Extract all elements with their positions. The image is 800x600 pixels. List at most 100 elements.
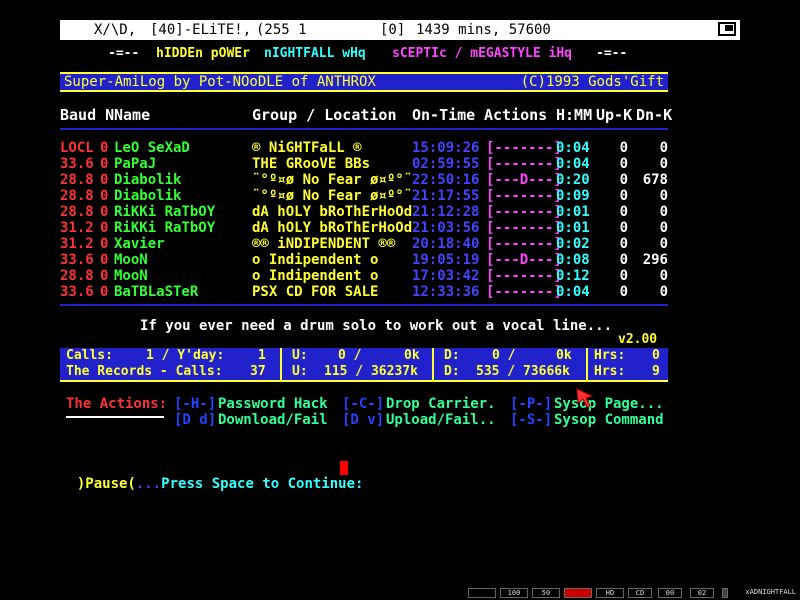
table-row: 33.6 0 BaTBLaSTeR PSX CD FOR SALE 12:33:… <box>0 284 800 300</box>
cell-actions: [-------] <box>486 140 562 156</box>
cell-node: 0 <box>100 204 109 220</box>
taskbar-slot[interactable]: 00 <box>658 588 682 598</box>
cell-upk: 0 <box>619 268 628 284</box>
action-sysop-page: Sysop Page... <box>554 396 664 412</box>
rows-divider <box>60 304 668 306</box>
stats-records-value: 37 <box>250 364 266 379</box>
taskbar-slot[interactable] <box>564 588 592 598</box>
pause-prompt[interactable]: )Pause(...Press Space to Continue: <box>60 460 364 492</box>
cell-baud: 28.8 <box>60 204 94 220</box>
table-row: 31.2 0 RiKKi RaTbOY dA hOLY bRoThErHoOd … <box>0 220 800 236</box>
taskbar-slot[interactable] <box>468 588 496 598</box>
cell-actions: [-------] <box>486 220 562 236</box>
stats-yday-value: 1 <box>258 348 266 363</box>
taskbar-slot[interactable]: HD <box>596 588 624 598</box>
window-depth-icon[interactable] <box>718 22 736 36</box>
cell-node: 0 <box>100 188 109 204</box>
cell-time: 22:50:16 <box>412 172 480 188</box>
taskbar-slot[interactable]: 100 <box>500 588 528 598</box>
header-hmm: H:MM <box>556 106 593 124</box>
subtitle-right-dash: -=-- <box>596 46 628 61</box>
stats-hrs1-value: 0 <box>652 348 660 363</box>
cell-dnk: 0 <box>659 156 668 172</box>
action-key-u: [D v] <box>342 412 385 428</box>
cell-baud: 31.2 <box>60 236 94 252</box>
stats-separator <box>280 364 282 380</box>
cell-time: 21:03:56 <box>412 220 480 236</box>
cell-time: 21:12:28 <box>412 204 480 220</box>
cell-node: 0 <box>100 268 109 284</box>
mouse-pointer-icon <box>576 388 594 408</box>
cell-actions: [---D---] <box>486 252 562 268</box>
cell-upk: 0 <box>619 156 628 172</box>
stats-d1-value: 0 / <box>492 348 516 363</box>
status-bar: X/\D, [40]-ELiTE!, (255 1 [0] 1439 mins,… <box>60 20 740 40</box>
cell-time: 12:33:36 <box>412 284 480 300</box>
stats-today: Calls: 1 / Y'day: 1 U: 0 / 0k D: 0 / 0k … <box>60 348 668 364</box>
cell-name: BaTBLaSTeR <box>114 284 199 300</box>
status-level: (255 1 <box>256 22 307 38</box>
subtitle-nightfall: nIGHTFALL wHq <box>264 46 366 61</box>
table-row: LOCL 0 LeO SeXaD ® NiGHTFaLL ® 15:09:26 … <box>0 140 800 156</box>
stats-records-label: The Records - Calls: <box>66 364 223 379</box>
cell-name: LeO SeXaD <box>114 140 190 156</box>
action-drop-carrier: Drop Carrier. <box>386 396 496 412</box>
cell-actions: [-------] <box>486 188 562 204</box>
cell-name: Diabolik <box>114 188 182 204</box>
stats-separator <box>280 348 282 364</box>
taskbar-slot[interactable]: 50 <box>532 588 560 598</box>
header-name: Name <box>114 106 151 124</box>
status-time: 1439 mins, 57600 <box>416 22 551 38</box>
cell-dnk: 296 <box>642 252 668 268</box>
taskbar-slot[interactable]: CD <box>628 588 652 598</box>
cell-hmm: 0:02 <box>556 236 590 252</box>
taskbar-slot[interactable]: 02 <box>690 588 714 598</box>
cell-dnk: 0 <box>659 236 668 252</box>
cell-dnk: 0 <box>659 268 668 284</box>
stats-records: The Records - Calls: 37 U: 115 / 36237k … <box>60 364 668 380</box>
header-actions: Actions <box>484 106 548 124</box>
stats-d1-label: D: <box>444 348 460 363</box>
cell-name: PaPaJ <box>114 156 157 172</box>
cell-upk: 0 <box>619 220 628 236</box>
cell-dnk: 0 <box>659 284 668 300</box>
action-password-hack: Password Hack <box>218 396 328 412</box>
cell-group: ®® iNDIPENDENT ®® <box>252 236 396 252</box>
prompt-pause: )Pause( <box>76 476 136 492</box>
cell-upk: 0 <box>619 204 628 220</box>
cell-actions: [-------] <box>486 204 562 220</box>
actions-title-underline <box>66 416 164 418</box>
stats-d1-k: 0k <box>556 348 572 363</box>
text-cursor <box>340 461 348 475</box>
cell-actions: [-------] <box>486 236 562 252</box>
cell-hmm: 0:04 <box>556 140 590 156</box>
cell-dnk: 0 <box>659 188 668 204</box>
cell-hmm: 0:09 <box>556 188 590 204</box>
stats-hrs2-label: Hrs: <box>594 364 626 379</box>
status-node-info: [40]-ELiTE!, <box>150 22 252 38</box>
cell-baud: 33.6 <box>60 156 94 172</box>
cell-hmm: 0:08 <box>556 252 590 268</box>
cell-time: 17:03:42 <box>412 268 480 284</box>
header-baud-n: Baud N <box>60 106 115 124</box>
cell-name: RiKKi RaTbOY <box>114 204 216 220</box>
action-download-fail: Download/Fail <box>218 412 328 428</box>
cell-dnk: 0 <box>659 140 668 156</box>
cell-time: 02:59:55 <box>412 156 480 172</box>
cell-actions: [-------] <box>486 156 562 172</box>
prompt-dots: ... <box>135 476 162 492</box>
table-row: 33.6 0 MooN o Indipendent o 19:05:19 [--… <box>0 252 800 268</box>
cell-group: ¨°º¤ø No Fear ø¤º°¨ <box>252 188 413 204</box>
cell-upk: 0 <box>619 252 628 268</box>
taskbar-label: xADNIGHTFALL <box>728 588 796 598</box>
cell-upk: 0 <box>619 236 628 252</box>
cell-baud: 28.8 <box>60 268 94 284</box>
cell-name: Xavier <box>114 236 165 252</box>
cell-actions: [---D---] <box>486 172 562 188</box>
cell-upk: 0 <box>619 188 628 204</box>
stats-bottom-line <box>60 380 668 382</box>
title-right: (C)1993 Gods'Gift <box>520 74 664 90</box>
cell-name: MooN <box>114 252 148 268</box>
stats-d2-value: 535 / 73666k <box>476 364 570 379</box>
cell-node: 0 <box>100 172 109 188</box>
